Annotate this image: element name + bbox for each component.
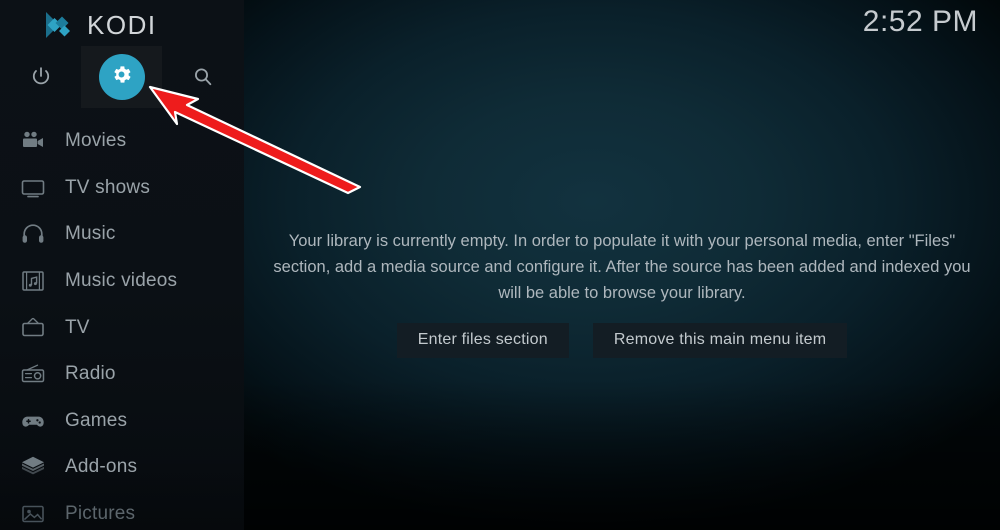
clock: 2:52 PM <box>862 5 978 38</box>
sidebar-item-tv[interactable]: TV <box>0 304 244 351</box>
movie-camera-icon <box>10 128 56 154</box>
sidebar-item-label: Games <box>65 409 128 431</box>
sidebar-item-label: Movies <box>65 130 127 152</box>
sidebar-item-add-ons[interactable]: Add-ons <box>0 444 244 491</box>
tv-antenna-icon <box>10 315 56 341</box>
settings-gear-button[interactable] <box>81 46 162 108</box>
gear-highlight-circle <box>98 54 145 100</box>
sidebar-item-movies[interactable]: Movies <box>0 118 244 165</box>
addon-box-icon <box>10 454 56 480</box>
sidebar-item-label: Music <box>65 223 116 245</box>
brand-text: KODI <box>87 9 157 40</box>
sidebar-item-music[interactable]: Music <box>0 211 244 258</box>
remove-main-menu-item-button[interactable]: Remove this main menu item <box>592 323 848 358</box>
empty-library-message: Your library is currently empty. In orde… <box>273 232 971 302</box>
television-icon <box>10 175 56 201</box>
radio-icon <box>10 361 56 387</box>
headphones-icon <box>10 221 56 247</box>
sidebar-item-label: Add-ons <box>65 456 138 478</box>
top-icon-bar <box>0 46 244 108</box>
picture-icon <box>10 501 56 527</box>
brand-logo-area: KODI <box>42 8 157 42</box>
power-button[interactable] <box>0 46 81 108</box>
power-icon <box>29 65 53 89</box>
kodi-logo-icon <box>42 8 76 42</box>
enter-files-section-button[interactable]: Enter files section <box>396 323 569 358</box>
sidebar-item-tv-shows[interactable]: TV shows <box>0 165 244 212</box>
sidebar-item-music-videos[interactable]: Music videos <box>0 258 244 305</box>
main-menu: Movies TV shows Music Music videos TV Ra… <box>0 118 244 530</box>
film-note-icon <box>10 268 56 294</box>
sidebar-item-radio[interactable]: Radio <box>0 351 244 398</box>
sidebar-item-label: TV <box>65 316 90 338</box>
sidebar-item-label: Music videos <box>65 270 178 292</box>
kodi-home-screen: KODI 2:52 PM Movies TV shows Music Music… <box>0 0 1000 530</box>
sidebar-item-label: TV shows <box>65 176 151 198</box>
search-icon <box>191 65 215 89</box>
sidebar-item-pictures[interactable]: Pictures <box>0 491 244 530</box>
empty-library-panel: Your library is currently empty. In orde… <box>264 228 980 358</box>
sidebar-item-games[interactable]: Games <box>0 398 244 445</box>
gamepad-icon <box>10 408 56 434</box>
sidebar-item-label: Pictures <box>65 503 136 525</box>
search-button[interactable] <box>162 46 243 108</box>
empty-library-actions: Enter files section Remove this main men… <box>264 323 980 358</box>
gear-icon <box>110 63 133 91</box>
sidebar-item-label: Radio <box>65 363 116 385</box>
